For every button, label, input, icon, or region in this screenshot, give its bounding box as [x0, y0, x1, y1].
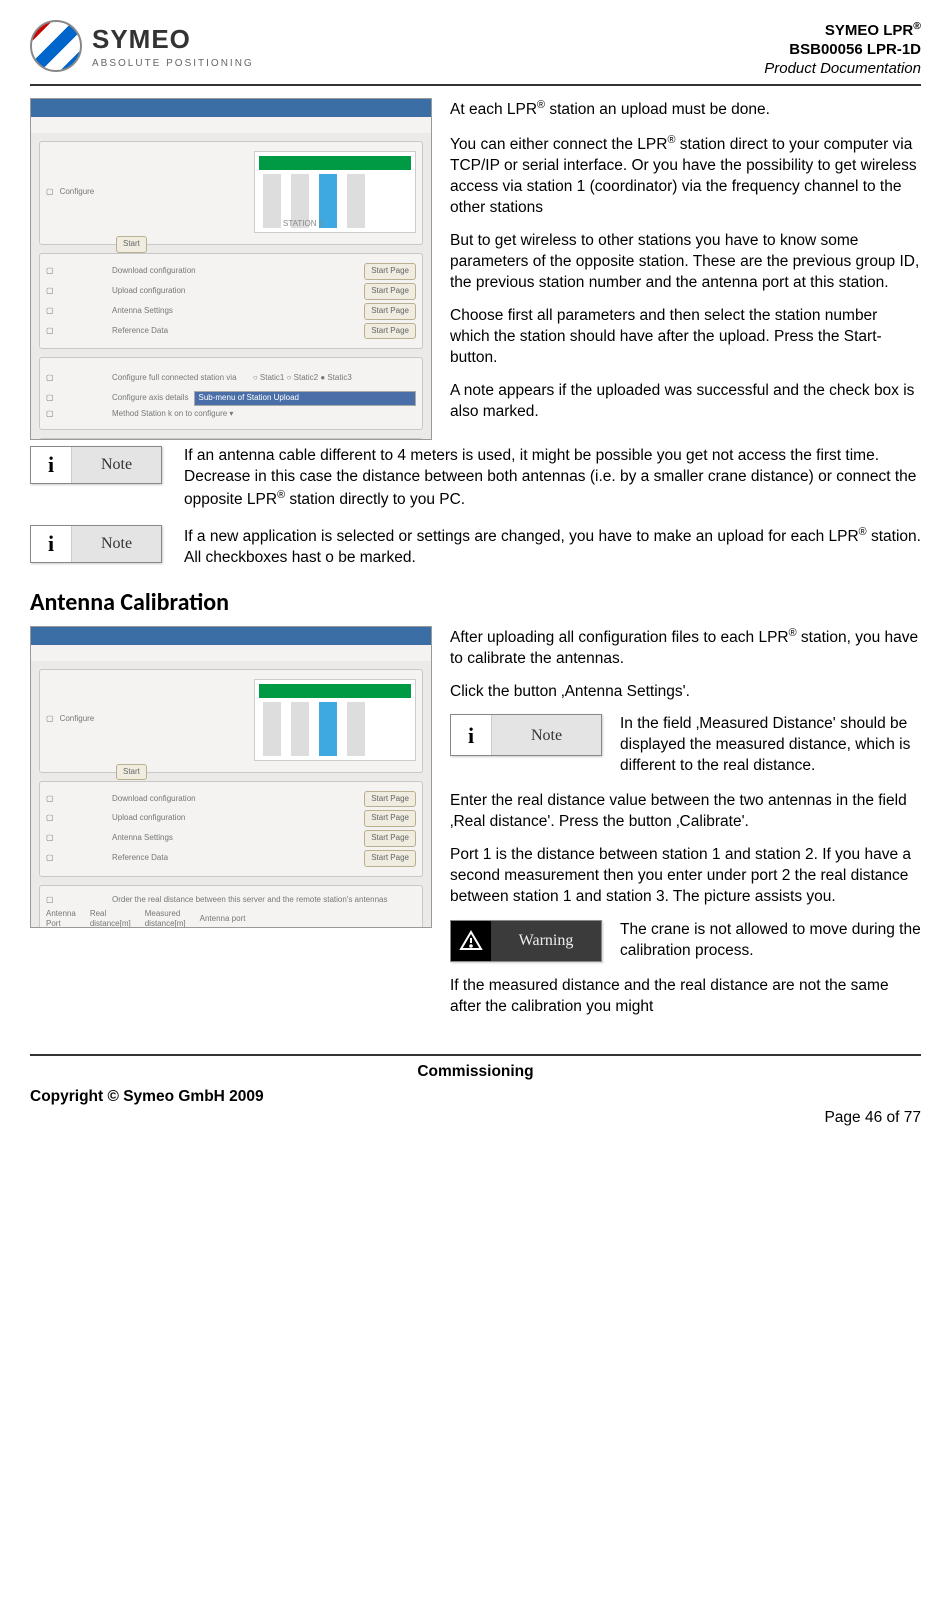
page-header: SYMEO ABSOLUTE POSITIONING SYMEO LPR® BS…	[30, 20, 921, 86]
note-label: Note	[492, 715, 601, 755]
warning-row: Warning The crane is not allowed to move…	[450, 920, 921, 962]
footer-copyright: Copyright © Symeo GmbH 2009	[30, 1087, 921, 1108]
header-doc-type: Product Documentation	[764, 60, 921, 79]
note-badge: i Note	[450, 714, 602, 756]
s1-p4: Choose first all parameters and then sel…	[450, 306, 921, 369]
note-row-3: i Note In the field ‚Measured Distance' …	[450, 714, 921, 777]
warning-icon	[451, 921, 491, 961]
screenshot-antenna-settings: ▢Configure Start ▢Download configuration…	[30, 626, 432, 928]
warning-badge: Warning	[450, 920, 602, 962]
note-badge: i Note	[30, 525, 162, 563]
warning-text: The crane is not allowed to move during …	[620, 920, 921, 962]
registered-mark: ®	[913, 20, 921, 32]
antenna-section: ▢Configure Start ▢Download configuration…	[30, 626, 921, 1030]
s1-p5: A note appears if the uploaded was succe…	[450, 381, 921, 423]
s2-p4: Port 1 is the distance between station 1…	[450, 845, 921, 908]
symeo-logo-icon	[30, 20, 82, 72]
s1-p1a: At each LPR	[450, 101, 537, 118]
upload-section: ▢Configure STATION 2 Start ▢Download con…	[30, 98, 921, 446]
warning-label: Warning	[491, 921, 601, 961]
info-icon: i	[451, 715, 492, 755]
s2-p3: Enter the real distance value between th…	[450, 791, 921, 833]
note-badge: i Note	[30, 446, 162, 484]
header-product: SYMEO LPR	[825, 22, 913, 39]
logo: SYMEO ABSOLUTE POSITIONING	[30, 20, 254, 72]
heading-antenna-calibration: Antenna Calibration	[30, 587, 921, 619]
note1-text-b: station directly to you PC.	[285, 491, 465, 508]
note-row-1: i Note If an antenna cable different to …	[30, 446, 921, 511]
footer-section: Commissioning	[30, 1062, 921, 1083]
note-label: Note	[72, 526, 161, 562]
info-icon: i	[31, 447, 72, 483]
note3-text: In the field ‚Measured Distance' should …	[620, 714, 921, 777]
header-right: SYMEO LPR® BSB00056 LPR-1D Product Docum…	[764, 20, 921, 78]
s1-p2a: You can either connect the LPR	[450, 136, 667, 153]
s2-p2: Click the button ‚Antenna Settings'.	[450, 682, 921, 703]
s1-p3: But to get wireless to other stations yo…	[450, 231, 921, 294]
note-label: Note	[72, 447, 161, 483]
footer-page-number: Page 46 of 77	[30, 1108, 921, 1129]
s2-p5: If the measured distance and the real di…	[450, 976, 921, 1018]
note-row-2: i Note If a new application is selected …	[30, 525, 921, 569]
s1-p1b: station an upload must be done.	[545, 101, 770, 118]
note2-text-a: If a new application is selected or sett…	[184, 528, 859, 545]
logo-text-sub: ABSOLUTE POSITIONING	[92, 57, 254, 71]
logo-text-main: SYMEO	[92, 22, 254, 57]
page-footer: Commissioning Copyright © Symeo GmbH 200…	[30, 1054, 921, 1129]
screenshot-upload-config: ▢Configure STATION 2 Start ▢Download con…	[30, 98, 432, 440]
header-model: BSB00056 LPR-1D	[764, 41, 921, 60]
s2-p1a: After uploading all configuration files …	[450, 629, 789, 646]
info-icon: i	[31, 526, 72, 562]
